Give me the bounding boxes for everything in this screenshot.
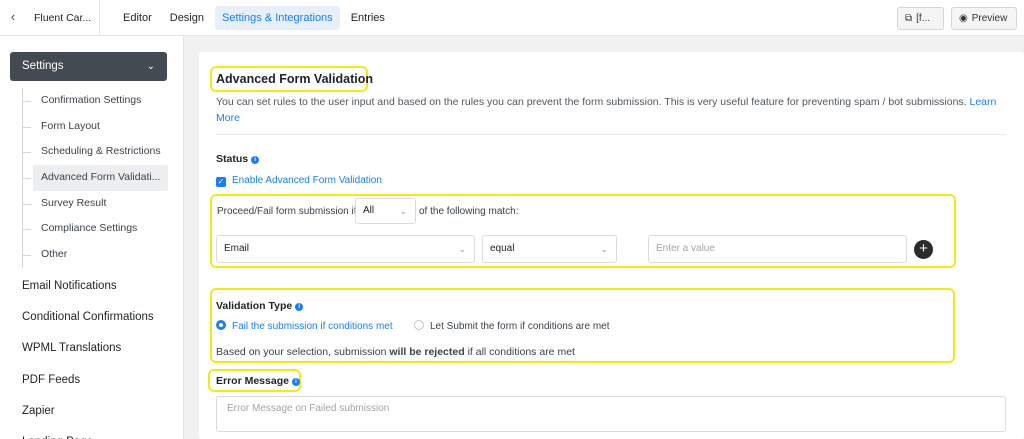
validation-type-label: Validation Type i [216,300,304,312]
chevron-down-icon: ⌄ [458,244,466,254]
sidebar-item-conditional-confirmations[interactable]: Conditional Confirmations [22,302,154,333]
info-icon: i [291,378,300,386]
radio-fail-label: Fail the submission if conditions met [232,321,393,332]
note-prefix: Based on your selection, submission [216,346,387,358]
preview-label: Preview [971,13,1008,24]
match-type-select[interactable]: All ⌄ [355,198,416,224]
field-select-value: Email [224,243,250,254]
sidebar-item-compliance[interactable]: Compliance Settings [23,216,170,242]
preview-button[interactable]: ◉ Preview [951,7,1017,30]
sidebar-item-other[interactable]: Other [23,242,170,268]
copy-icon: ⧉ [905,13,913,24]
sidebar-item-wpml[interactable]: WPML Translations [22,333,154,364]
sidebar: Settings ⌄ Confirmation Settings Form La… [0,36,184,439]
match-type-value: All [363,205,375,216]
status-label-text: Status [216,153,249,165]
checkbox-checked-icon[interactable]: ✓ [216,177,226,187]
radio-let-submit[interactable]: Let Submit the form if conditions are me… [414,320,610,332]
sidebar-item-pdf-feeds[interactable]: PDF Feeds [22,365,154,396]
info-icon: i [295,303,304,311]
sidebar-item-scheduling[interactable]: Scheduling & Restrictions [23,139,170,165]
enable-validation-checkbox[interactable]: ✓ Enable Advanced Form Validation [216,175,382,187]
main-tabs: Editor Design Settings & Integrations En… [116,6,392,30]
error-message-textarea[interactable]: Error Message on Failed submission [216,396,1006,432]
field-select[interactable]: Email ⌄ [216,235,475,263]
operator-select[interactable]: equal ⌄ [482,235,617,263]
chevron-down-icon: ⌄ [600,244,608,254]
enable-validation-label: Enable Advanced Form Validation [232,175,382,186]
page-description: You can set rules to the user input and … [216,94,1006,126]
sidebar-item-form-layout[interactable]: Form Layout [23,114,170,140]
status-label: Status i [216,153,260,165]
sidebar-settings-label: Settings [22,60,64,72]
radio-unselected-icon[interactable] [414,320,424,330]
chevron-down-icon: ⌄ [146,61,155,72]
chevron-left-icon[interactable]: ‹ [6,10,20,24]
tab-settings-integrations[interactable]: Settings & Integrations [215,6,340,30]
radio-selected-icon[interactable] [216,320,226,330]
sidebar-item-landing-page[interactable]: Landing Page [22,427,154,439]
validation-note: Based on your selection, submission will… [216,346,575,358]
sidebar-item-zapier[interactable]: Zapier [22,396,154,427]
condition-value-input[interactable]: Enter a value [648,235,907,263]
note-bold: will be rejected [389,346,465,358]
tab-design[interactable]: Design [163,6,211,30]
sidebar-item-survey-result[interactable]: Survey Result [23,191,170,217]
shortcode-button[interactable]: ⧉ [f... [897,7,944,30]
tab-entries[interactable]: Entries [344,6,392,30]
sidebar-item-email-notifications[interactable]: Email Notifications [22,271,154,302]
condition-prefix: Proceed/Fail form submission if [217,206,357,217]
sidebar-item-confirmation-settings[interactable]: Confirmation Settings [23,88,170,114]
radio-fail-submission[interactable]: Fail the submission if conditions met [216,320,393,332]
shortcode-label: [f... [916,13,931,24]
sidebar-main-nav: Email Notifications Conditional Confirma… [22,271,154,439]
page-title: Advanced Form Validation [216,72,373,86]
note-suffix: if all conditions are met [467,346,575,358]
settings-subnav: Confirmation Settings Form Layout Schedu… [22,88,170,268]
operator-select-value: equal [490,243,515,254]
divider [216,134,1006,135]
error-message-label-text: Error Message [216,375,289,387]
sidebar-item-advanced-validation[interactable]: Advanced Form Validati... [23,165,168,191]
eye-icon: ◉ [959,13,968,24]
info-icon: i [251,156,260,164]
top-bar: ‹ Fluent Car... Editor Design Settings &… [0,0,1024,36]
add-condition-button[interactable]: + [914,240,933,259]
radio-let-submit-label: Let Submit the form if conditions are me… [430,321,610,332]
condition-suffix: of the following match: [419,206,519,217]
chevron-down-icon: ⌄ [399,206,407,216]
sidebar-settings-header[interactable]: Settings ⌄ [10,52,167,81]
error-message-label: Error Message i [216,375,300,387]
form-name[interactable]: Fluent Car... [26,0,101,36]
description-text: You can set rules to the user input and … [216,96,967,108]
tab-editor[interactable]: Editor [116,6,159,30]
validation-type-label-text: Validation Type [216,300,293,312]
